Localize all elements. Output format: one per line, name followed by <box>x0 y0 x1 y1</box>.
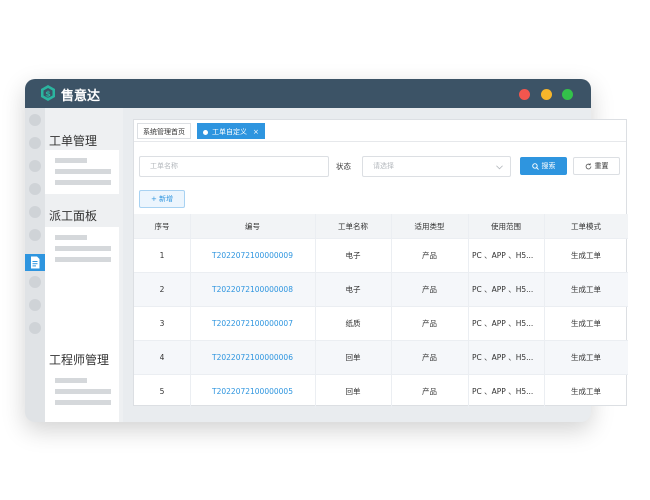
menu-group-label[interactable]: 工单管理 <box>49 132 97 149</box>
table-cell: 2 <box>159 285 165 294</box>
tab-label: 工单自定义 <box>212 128 247 136</box>
svg-text:$: $ <box>45 90 51 99</box>
search-icon <box>531 162 539 170</box>
table-row[interactable]: 4 T2022072100000006 回单 产品 PC 、APP 、H5... 生成工单 <box>134 340 628 374</box>
table-cell: 生成工单 <box>571 285 601 294</box>
status-select-placeholder: 请选择 <box>373 162 394 170</box>
table-cell: 电子 <box>345 251 361 260</box>
add-button[interactable]: + 新增 <box>139 190 185 208</box>
table-cell: 生成工单 <box>571 353 601 362</box>
table-cell: 生成工单 <box>571 387 601 396</box>
table-row[interactable]: 3 T2022072100000007 纸质 产品 PC 、APP 、H5... 生成工单 <box>134 306 628 340</box>
column-header: 适用类型 <box>414 221 445 231</box>
table-cell: PC 、APP 、H5... <box>472 285 534 294</box>
rail-icon[interactable] <box>29 206 41 218</box>
table-row[interactable]: 2 T2022072100000008 电子 产品 PC 、APP 、H5... 生成工单 <box>134 272 628 306</box>
table-cell: 回单 <box>345 387 361 396</box>
work-order-id-link[interactable]: T2022072100000009 <box>190 239 315 272</box>
work-order-id-link[interactable]: T2022072100000007 <box>190 307 315 340</box>
table-cell: 产品 <box>422 387 437 396</box>
sidebar-menu: 工单管理 派工面板 工程师管理 <box>45 108 123 422</box>
search-button[interactable]: 搜索 <box>520 157 567 175</box>
rail-icon[interactable] <box>29 276 41 288</box>
column-divider <box>391 214 392 408</box>
rail-icon[interactable] <box>29 137 41 149</box>
table-cell: 产品 <box>422 353 437 362</box>
chevron-down-icon <box>496 165 503 170</box>
table-cell: 产品 <box>422 319 437 328</box>
active-dot-icon <box>203 129 208 135</box>
table-cell: 产品 <box>422 285 437 294</box>
table-cell: 1 <box>159 251 165 260</box>
search-button-label: 搜索 <box>541 162 556 170</box>
logo-icon: $ <box>41 85 55 101</box>
app-title: 售意达 <box>61 89 101 104</box>
rail-item-active[interactable] <box>25 254 45 271</box>
tab-home[interactable]: 系统管理首页 <box>137 123 191 139</box>
column-divider <box>468 214 469 408</box>
table-cell: 电子 <box>345 285 361 294</box>
table-cell: 生成工单 <box>571 319 601 328</box>
status-select[interactable]: 请选择 <box>362 156 511 177</box>
table-cell: 4 <box>159 353 165 362</box>
table-cell: 纸质 <box>345 319 361 328</box>
tab-work-order-custom[interactable]: 工单自定义 × <box>197 123 265 139</box>
rail-icon[interactable] <box>29 114 41 126</box>
menu-group-label[interactable]: 工程师管理 <box>49 351 109 368</box>
main-panel: 系统管理首页 工单自定义 × 工单名称 状态 请选择 搜索 重置 + 新增 序号 编… <box>133 119 628 408</box>
table-cell: PC 、APP 、H5... <box>472 319 534 328</box>
work-order-id-link[interactable]: T2022072100000006 <box>190 341 315 374</box>
icon-rail <box>25 108 45 422</box>
column-header: 工单模式 <box>571 221 601 231</box>
table-cell: PC 、APP 、H5... <box>472 251 534 260</box>
column-header: 使用范围 <box>491 221 521 231</box>
tab-label: 系统管理首页 <box>143 128 185 136</box>
rail-icon[interactable] <box>29 160 41 172</box>
rail-icon[interactable] <box>29 229 41 241</box>
title-bar: $ 售意达 <box>25 79 591 108</box>
rail-icon[interactable] <box>29 299 41 311</box>
table-row[interactable]: 5 T2022072100000005 回单 产品 PC 、APP 、H5... 生成工单 <box>134 374 628 408</box>
refresh-icon <box>585 162 591 169</box>
work-order-id-link[interactable]: T2022072100000005 <box>190 375 315 408</box>
rail-icon[interactable] <box>29 322 41 334</box>
rail-icon[interactable] <box>29 183 41 195</box>
column-header: 序号 <box>154 221 170 231</box>
table-header: 序号 编号 工单名称 适用类型 使用范围 工单模式 <box>134 214 628 238</box>
reset-button[interactable]: 重置 <box>573 157 620 175</box>
close-icon[interactable]: × <box>253 128 259 136</box>
close-window-button[interactable] <box>519 89 530 100</box>
column-divider <box>190 214 191 408</box>
table-cell: 生成工单 <box>571 251 601 260</box>
table-cell: 3 <box>159 319 165 328</box>
maximize-window-button[interactable] <box>562 89 573 100</box>
table-cell: 回单 <box>345 353 361 362</box>
table-cell: PC 、APP 、H5... <box>472 387 534 396</box>
column-divider <box>544 214 545 408</box>
tab-bar: 系统管理首页 工单自定义 × <box>134 120 626 142</box>
column-divider <box>315 214 316 408</box>
status-label: 状态 <box>336 162 351 171</box>
table-cell: PC 、APP 、H5... <box>472 353 534 362</box>
column-header: 编号 <box>245 221 260 231</box>
work-order-name-input[interactable]: 工单名称 <box>139 156 329 177</box>
document-icon <box>31 256 40 269</box>
menu-group-label[interactable]: 派工面板 <box>49 207 97 224</box>
column-header: 工单名称 <box>338 221 368 231</box>
menu-card-placeholder <box>45 150 119 194</box>
minimize-window-button[interactable] <box>541 89 552 100</box>
work-order-id-link[interactable]: T2022072100000008 <box>190 273 315 306</box>
reset-button-label: 重置 <box>594 162 609 170</box>
table-cell: 5 <box>159 387 165 396</box>
table-row[interactable]: 1 T2022072100000009 电子 产品 PC 、APP 、H5... 生成工单 <box>134 238 628 272</box>
table-cell: 产品 <box>422 251 437 260</box>
menu-card-placeholder <box>45 370 119 422</box>
